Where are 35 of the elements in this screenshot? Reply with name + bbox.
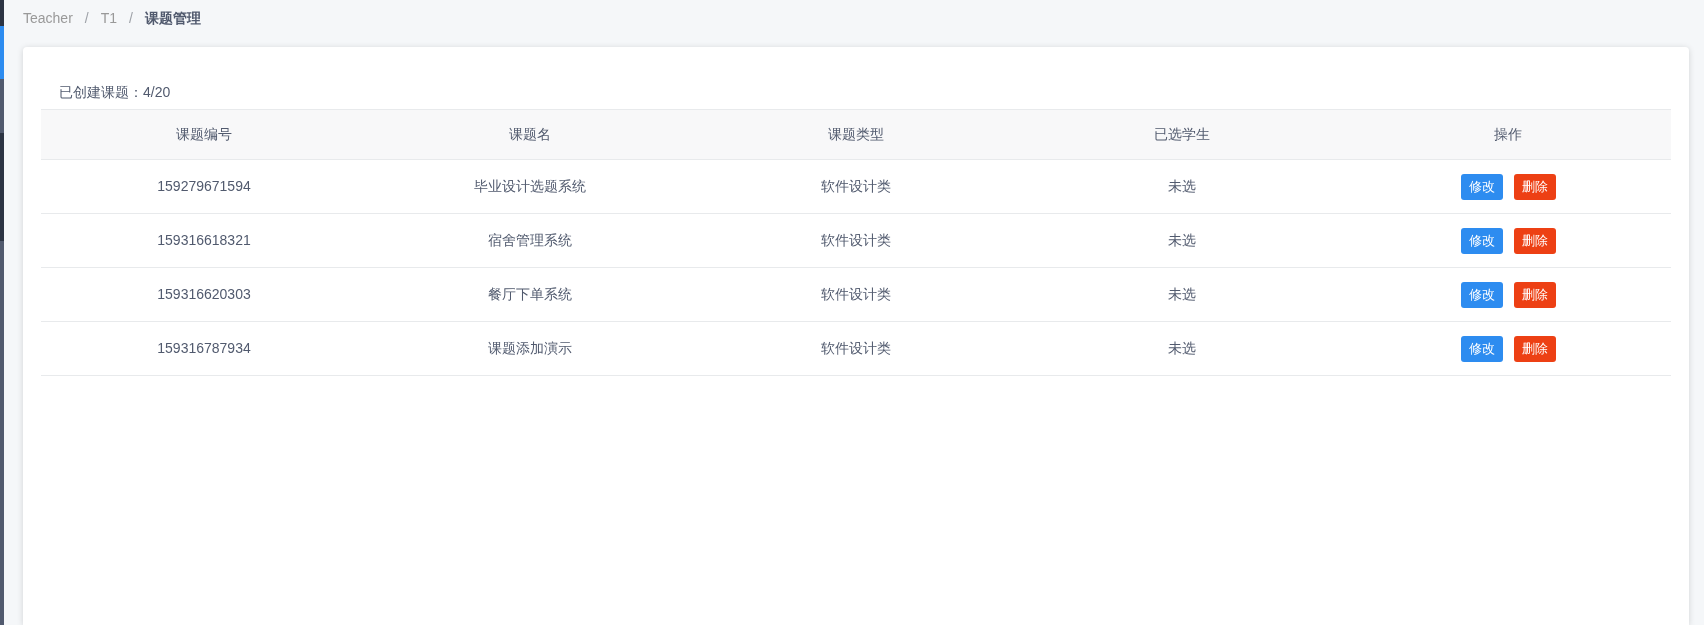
breadcrumb-item[interactable]: T1 [100, 8, 118, 29]
table-cell: 159316787934 [41, 321, 367, 376]
breadcrumb-separator: / [84, 9, 89, 28]
delete-button[interactable]: 删除 [1513, 281, 1556, 308]
table-cell: 159316620303 [41, 267, 367, 322]
edit-button[interactable]: 修改 [1460, 335, 1503, 362]
table-cell: 毕业设计选题系统 [367, 159, 693, 214]
edit-button[interactable]: 修改 [1460, 173, 1503, 200]
table-cell: 未选 [1019, 213, 1345, 268]
delete-button[interactable]: 删除 [1513, 227, 1556, 254]
delete-button[interactable]: 删除 [1513, 335, 1556, 362]
table-cell: 未选 [1019, 267, 1345, 322]
table-cell: 软件设计类 [693, 159, 1019, 214]
table-cell: 未选 [1019, 321, 1345, 376]
table-cell: 软件设计类 [693, 267, 1019, 322]
column-header: 课题名 [367, 109, 693, 160]
table-cell: 159279671594 [41, 159, 367, 214]
breadcrumb-item[interactable]: Teacher [23, 8, 73, 29]
table-cell: 软件设计类 [693, 213, 1019, 268]
column-header: 课题编号 [41, 109, 367, 160]
table-cell: 159316618321 [41, 213, 367, 268]
edit-button[interactable]: 修改 [1460, 281, 1503, 308]
column-header: 课题类型 [693, 109, 1019, 160]
table-cell: 未选 [1019, 159, 1345, 214]
table-cell: 餐厅下单系统 [367, 267, 693, 322]
edit-button[interactable]: 修改 [1460, 227, 1503, 254]
column-header: 操作 [1345, 109, 1671, 160]
table-cell: 宿舍管理系统 [367, 213, 693, 268]
table-cell: 软件设计类 [693, 321, 1019, 376]
breadcrumb-item: 课题管理 [144, 9, 201, 28]
table-cell: 课题添加演示 [367, 321, 693, 376]
breadcrumb-separator: / [129, 9, 133, 28]
delete-button[interactable]: 删除 [1513, 173, 1556, 200]
topic-count: 已创建课题：4/20 [59, 82, 171, 102]
column-header: 已选学生 [1019, 109, 1345, 160]
